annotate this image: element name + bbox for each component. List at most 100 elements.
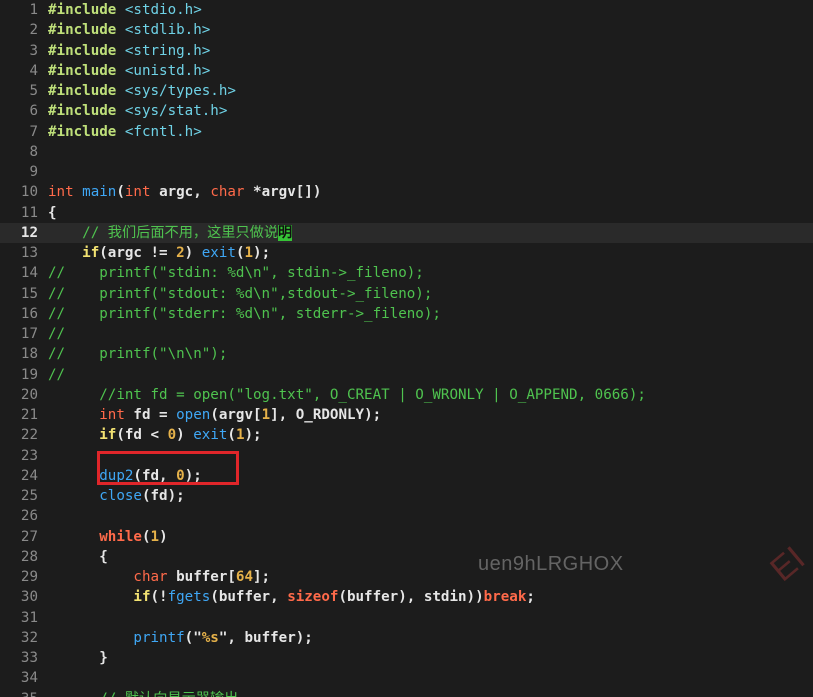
code-token: #include	[48, 83, 125, 99]
code-token: ];	[253, 569, 271, 585]
code-line[interactable]: 10 int main(int argc, char *argv[])	[0, 182, 813, 202]
code-line[interactable]: 26	[0, 506, 813, 526]
line-number: 25	[20, 488, 38, 504]
code-token: 0	[167, 427, 177, 444]
code-line[interactable]: 35 // 默认向显示器输出	[0, 689, 813, 697]
code-token: argc,	[159, 184, 211, 201]
code-token: while	[48, 528, 142, 545]
line-number: 12	[20, 224, 38, 241]
code-line[interactable]: 32 printf("%s", buffer);	[0, 628, 813, 648]
code-line[interactable]: 3 #include <string.h>	[0, 41, 813, 61]
line-text: {	[48, 549, 108, 565]
line-text: int main(int argc, char *argv[])	[48, 184, 321, 200]
line-number: 34	[20, 670, 38, 687]
code-line[interactable]: 1 #include <stdio.h>	[0, 0, 813, 20]
code-token: (	[141, 528, 151, 545]
code-token: 1	[150, 528, 160, 545]
code-line[interactable]: 16 // printf("stderr: %d\n", stderr->_fil…	[0, 304, 813, 324]
code-line[interactable]: 15 // printf("stdout: %d\n",stdout->_file…	[0, 284, 813, 304]
code-line[interactable]: 19 //	[0, 365, 813, 385]
line-text: #include <stdlib.h>	[48, 22, 210, 38]
code-token: ("	[184, 629, 202, 646]
code-token: //	[48, 326, 66, 342]
code-line[interactable]: 6 #include <sys/stat.h>	[0, 101, 813, 121]
code-token: <sys/stat.h>	[124, 103, 228, 120]
code-token: char	[48, 569, 177, 585]
code-token: exit	[201, 245, 236, 261]
code-line[interactable]: 9	[0, 162, 813, 182]
code-token: (!	[150, 589, 168, 606]
line-number: 4	[29, 62, 38, 79]
line-number: 15	[20, 285, 38, 302]
code-token: printf	[48, 629, 185, 646]
code-line[interactable]: 25 close(fd);	[0, 486, 813, 506]
code-line[interactable]: 34	[0, 668, 813, 688]
code-token: #include	[48, 22, 125, 39]
line-number: 9	[29, 164, 38, 180]
line-number: 16	[20, 305, 38, 322]
code-line[interactable]: 27 while(1)	[0, 527, 813, 547]
code-token: if	[48, 245, 100, 261]
code-line[interactable]: 4 #include <unistd.h>	[0, 61, 813, 81]
code-token: ], O_RDONLY);	[270, 407, 382, 423]
code-line[interactable]: 18 // printf("\n\n");	[0, 344, 813, 364]
code-line[interactable]: 14 // printf("stdin: %d\n", stdin->_filen…	[0, 263, 813, 283]
line-text: #include <sys/types.h>	[48, 83, 236, 99]
code-token: )	[176, 427, 194, 444]
code-line[interactable]: 28 {	[0, 547, 813, 567]
code-token: #include	[48, 123, 125, 140]
code-token: main	[82, 184, 117, 201]
line-number: 14	[20, 265, 38, 282]
code-token: break	[483, 589, 527, 606]
code-token: int	[124, 184, 160, 201]
code-line[interactable]: 29 char buffer[64];	[0, 567, 813, 587]
line-text: int fd = open(argv[1], O_RDONLY);	[48, 407, 381, 423]
line-text: #include <sys/stat.h>	[48, 103, 227, 119]
code-line[interactable]: 8	[0, 142, 813, 162]
line-text: #include <fcntl.h>	[48, 124, 202, 140]
line-text: while(1)	[48, 528, 167, 545]
code-line[interactable]: 22 if(fd < 0) exit(1);	[0, 425, 813, 445]
code-line[interactable]: 11 {	[0, 203, 813, 223]
code-line[interactable]: 31	[0, 608, 813, 628]
line-number: 30	[20, 589, 38, 606]
line-text: char buffer[64];	[48, 569, 270, 585]
code-line[interactable]: 7 #include <fcntl.h>	[0, 122, 813, 142]
code-line[interactable]: 2 #include <stdlib.h>	[0, 20, 813, 40]
code-token: if	[48, 589, 151, 606]
code-editor[interactable]: 1 #include <stdio.h> 2 #include <stdlib.h> 3…	[0, 0, 813, 697]
line-number: 17	[20, 326, 38, 342]
code-line[interactable]: 33 }	[0, 648, 813, 668]
line-text: close(fd);	[48, 488, 184, 504]
line-text: //	[48, 367, 65, 383]
code-line[interactable]: 20 //int fd = open("log.txt", O_CREAT | …	[0, 385, 813, 405]
code-token: (fd <	[116, 427, 168, 444]
code-token: // 默认向显示器输出	[48, 691, 238, 697]
code-line[interactable]: 12 // 我们后面不用，这里只做说明	[0, 222, 813, 243]
line-number: 3	[29, 42, 38, 59]
code-token: // printf("\n\n");	[48, 346, 228, 363]
line-number: 35	[0, 689, 48, 697]
code-area[interactable]: 1 #include <stdio.h> 2 #include <stdlib.h> 3…	[0, 0, 813, 697]
code-token: fgets	[167, 589, 211, 606]
line-text: if(!fgets(buffer, sizeof(buffer), stdin)…	[48, 589, 535, 605]
line-number: 28	[20, 548, 38, 565]
code-line[interactable]: 5 #include <sys/types.h>	[0, 81, 813, 101]
code-token: int	[48, 407, 134, 423]
line-number: 13	[20, 245, 38, 261]
code-line[interactable]: 30 if(!fgets(buffer, sizeof(buffer), std…	[0, 587, 813, 607]
line-number: 2	[29, 22, 38, 39]
line-number: 31	[20, 609, 38, 626]
code-token: {	[48, 204, 57, 221]
code-line[interactable]: 21 int fd = open(argv[1], O_RDONLY);	[0, 405, 813, 425]
code-token: close	[48, 488, 142, 504]
code-token: <sys/types.h>	[124, 83, 236, 99]
line-text: // 默认向显示器输出	[48, 691, 238, 697]
code-line[interactable]: 13 if(argc != 2) exit(1);	[0, 243, 813, 263]
line-number: 5	[29, 83, 38, 99]
code-line[interactable]: 17 //	[0, 324, 813, 344]
line-text: // printf("stdin: %d\n", stdin->_fileno)…	[48, 265, 424, 281]
code-token: // printf("stdin: %d\n", stdin->_fileno)…	[48, 265, 424, 282]
code-token: )	[184, 245, 202, 261]
code-token: *argv[])	[253, 184, 322, 201]
